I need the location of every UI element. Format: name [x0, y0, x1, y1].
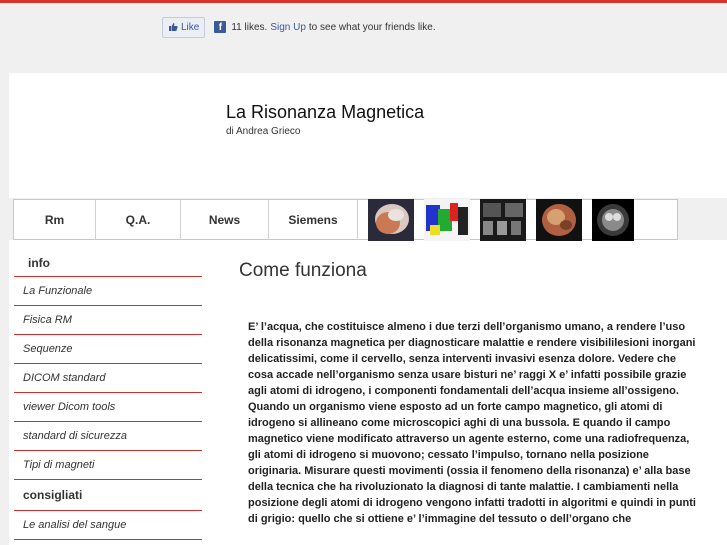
sidebar-item-tipi-di-magneti[interactable]: Tipi di magneti: [14, 451, 202, 480]
sidebar-item-viewer-dicom-tools[interactable]: viewer Dicom tools: [14, 393, 202, 422]
article-body: E’ l’acqua, che costituisce almeno i due…: [248, 321, 696, 525]
nav-label: Rm: [44, 212, 65, 227]
site-title[interactable]: La Risonanza Magnetica: [226, 102, 424, 123]
site-header: La Risonanza Magnetica di Andrea Grieco: [9, 73, 727, 198]
top-accent-bar: [0, 0, 727, 3]
sidebar-section-consigliati: consigliati: [14, 480, 202, 511]
sidebar-section-info: info: [14, 250, 202, 277]
thumbs-up-icon: [169, 23, 178, 31]
sidebar-item-la-funzionale[interactable]: La Funzionale: [14, 277, 202, 306]
signup-link[interactable]: Sign Up: [270, 22, 306, 33]
facebook-like-button[interactable]: Like: [162, 16, 206, 38]
likes-count: 11 likes.: [231, 21, 268, 33]
nav-item-siemens[interactable]: Siemens: [269, 200, 358, 239]
like-label: Like: [181, 21, 200, 33]
image-thumbnails: [358, 198, 634, 241]
nav-label: Siemens: [288, 212, 338, 227]
mri-brain-3d-thumbnail[interactable]: [368, 198, 414, 241]
mri-head-render-thumbnail[interactable]: [536, 198, 582, 241]
nav-label: News: [208, 212, 241, 227]
nav-item-rm[interactable]: Rm: [14, 200, 96, 239]
mri-axial-slice-thumbnail[interactable]: [592, 198, 634, 241]
nav-label: Q.A.: [125, 212, 151, 227]
sidebar-item-dicom-standard[interactable]: DICOM standard: [14, 364, 202, 393]
sidebar-item-standard-di-sicurezza[interactable]: standard di sicurezza: [14, 422, 202, 451]
mri-color-scan-thumbnail[interactable]: [424, 198, 470, 241]
sidebar-item-sequenze[interactable]: Sequenze: [14, 335, 202, 364]
sidebar: info La Funzionale Fisica RM Sequenze DI…: [14, 250, 202, 540]
site-subtitle: di Andrea Grieco: [226, 126, 301, 137]
page-title: Come funziona: [239, 260, 367, 281]
main-navigation: Rm Q.A. News Siemens: [13, 198, 678, 241]
signup-suffix: to see what your friends like.: [308, 21, 436, 33]
facebook-f-icon: f: [214, 21, 227, 33]
nav-item-news[interactable]: News: [181, 200, 269, 239]
sidebar-item-fisica-rm[interactable]: Fisica RM: [14, 306, 202, 335]
sidebar-item-analisi-sangue[interactable]: Le analisi del sangue: [14, 511, 202, 540]
nav-item-qa[interactable]: Q.A.: [96, 200, 181, 239]
facebook-like-widget: Like f 11 likes. Sign Up to see what you…: [162, 16, 436, 38]
mri-workstation-thumbnail[interactable]: [480, 198, 526, 241]
